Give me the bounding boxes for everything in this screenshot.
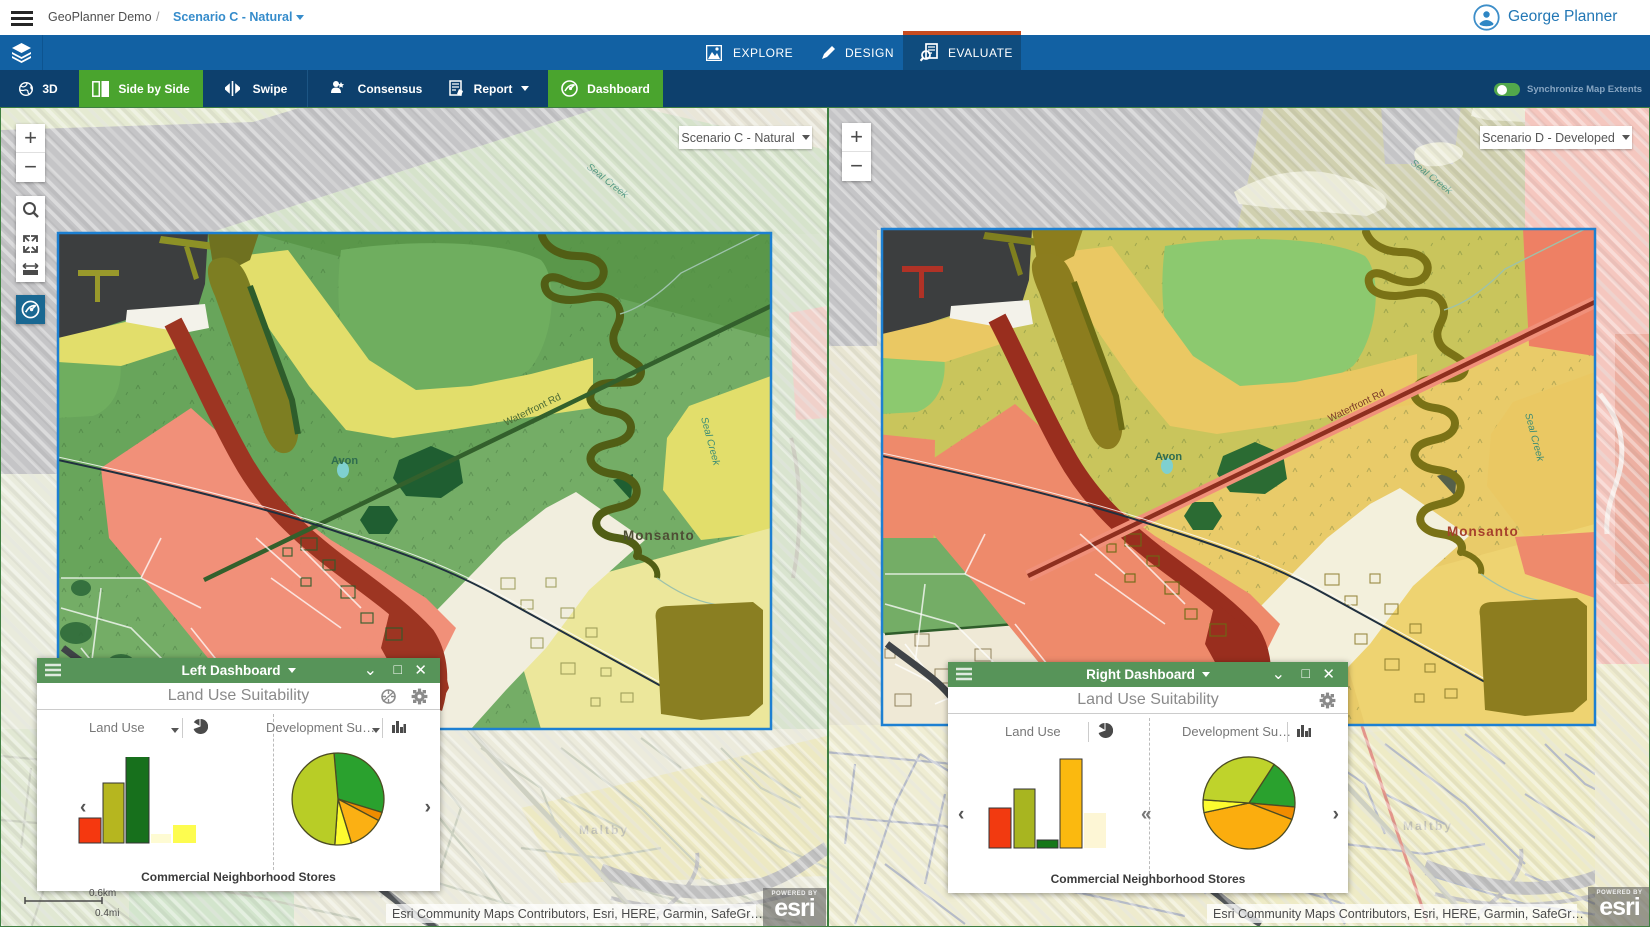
svg-text:0.4mi: 0.4mi [95, 908, 119, 919]
svg-text:0.6km: 0.6km [89, 888, 116, 899]
svg-text:Monsanto: Monsanto [1447, 524, 1519, 539]
svg-text:Monsanto: Monsanto [623, 528, 695, 543]
svg-text:Avon: Avon [331, 455, 358, 467]
svg-text:Avon: Avon [1155, 451, 1182, 463]
